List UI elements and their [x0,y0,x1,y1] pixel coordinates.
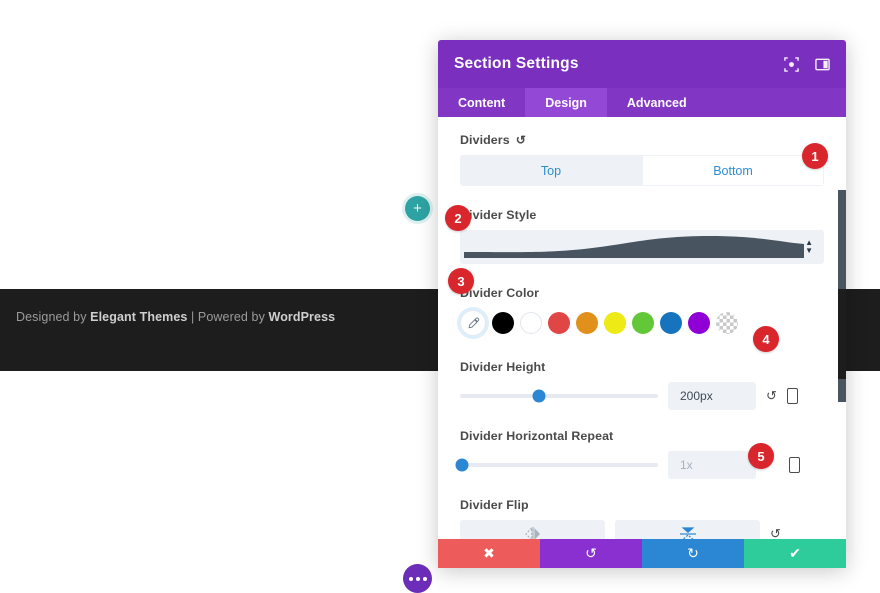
screenshot-root: Designed by Elegant Themes | Powered by … [0,0,880,593]
save-button[interactable]: ✔ [744,539,846,568]
focus-icon[interactable] [784,56,799,72]
annotation-badge-2: 2 [445,205,471,231]
swatch-blue[interactable] [660,312,682,334]
modal-scrollbar-thumb[interactable] [838,289,846,379]
dividers-group: Dividers ↺ Top Bottom [460,133,824,186]
modal-tabs: Content Design Advanced [438,88,846,117]
swatch-yellow[interactable] [604,312,626,334]
swatch-black[interactable] [492,312,514,334]
footer-prefix: Designed by [16,310,91,324]
modal-action-bar: ✖ ↺ ↻ ✔ [438,539,846,568]
undo-button[interactable]: ↺ [540,539,642,568]
dividers-label: Dividers [460,133,510,147]
flip-vertical-icon [679,527,696,539]
annotation-badge-1: 1 [802,143,828,169]
section-settings-modal: Section Settings Content Design Advanced [438,40,846,568]
dividers-toggle: Top Bottom [460,155,824,186]
phone-icon[interactable] [786,388,798,404]
annotation-badge-3: 3 [448,268,474,294]
divider-flip-group: Divider Flip ↺ [460,498,824,539]
swatch-green[interactable] [632,312,654,334]
footer-brand-link[interactable]: Elegant Themes [90,310,187,324]
divider-repeat-slider-thumb[interactable] [455,458,469,472]
divider-height-value[interactable]: 200px [668,382,756,410]
divider-height-row: 200px ↺ [460,382,824,410]
plus-icon: + [413,200,422,217]
footer-separator: | Powered by [187,310,269,324]
color-picker-swatch[interactable] [460,310,486,336]
modal-title: Section Settings [454,55,579,72]
divider-repeat-value[interactable]: 1x [668,451,756,479]
divider-flip-label: Divider Flip [460,498,529,512]
divider-style-stepper-icon[interactable]: ▲ ▼ [805,239,813,255]
flip-horizontal-icon [524,527,540,539]
divider-style-select[interactable]: ▲ ▼ [460,230,824,264]
add-section-button[interactable]: + [405,196,430,221]
dividers-option-top[interactable]: Top [460,155,642,186]
dividers-reset-icon[interactable]: ↺ [516,133,526,147]
dots-icon-1 [408,576,413,581]
divider-flip-row: ↺ [460,520,824,539]
swatch-white[interactable] [520,312,542,334]
swatch-purple[interactable] [688,312,710,334]
tab-design[interactable]: Design [525,88,607,117]
swatch-red[interactable] [548,312,570,334]
divider-height-reset-icon[interactable]: ↺ [766,388,777,404]
flip-horizontal-button[interactable] [460,520,605,539]
page-settings-fab[interactable] [403,564,432,593]
footer-credit-text: Designed by Elegant Themes | Powered by … [16,310,335,324]
divider-height-slider-thumb[interactable] [532,389,546,403]
redo-button[interactable]: ↻ [642,539,744,568]
divider-style-label: Divider Style [460,208,537,222]
divider-style-group: Divider Style ▲ ▼ [460,208,824,264]
footer-cms-link[interactable]: WordPress [269,310,336,324]
divider-repeat-label: Divider Horizontal Repeat [460,429,614,443]
dividers-label-row: Dividers ↺ [460,133,824,147]
eyedropper-icon [468,317,479,328]
divider-height-group: Divider Height 200px ↺ [460,360,824,410]
panel-layout-icon[interactable] [815,57,830,72]
modal-body: Dividers ↺ Top Bottom Divider Style ▲▼ [438,117,846,539]
divider-color-label: Divider Color [460,286,540,300]
dots-icon-2 [415,576,420,581]
cancel-button[interactable]: ✖ [438,539,540,568]
divider-height-slider[interactable] [460,389,658,403]
flip-vertical-button[interactable] [615,520,760,539]
annotation-badge-4: 4 [753,326,779,352]
modal-header-icons [784,56,830,72]
tab-content[interactable]: Content [438,88,525,117]
modal-header: Section Settings [438,40,846,88]
swatch-transparent[interactable] [716,312,738,334]
annotation-badge-5: 5 [748,443,774,469]
divider-flip-reset-icon[interactable]: ↺ [770,526,781,539]
divider-height-label: Divider Height [460,360,546,374]
modal-scrollbar[interactable] [838,190,846,402]
dots-icon-3 [422,576,427,581]
divider-repeat-slider[interactable] [455,458,658,472]
dividers-option-bottom[interactable]: Bottom [642,155,824,186]
phone-icon[interactable] [789,457,800,473]
swatch-orange[interactable] [576,312,598,334]
divider-shape-preview [464,236,804,258]
divider-flip-buttons [460,520,760,539]
tab-advanced[interactable]: Advanced [607,88,707,117]
